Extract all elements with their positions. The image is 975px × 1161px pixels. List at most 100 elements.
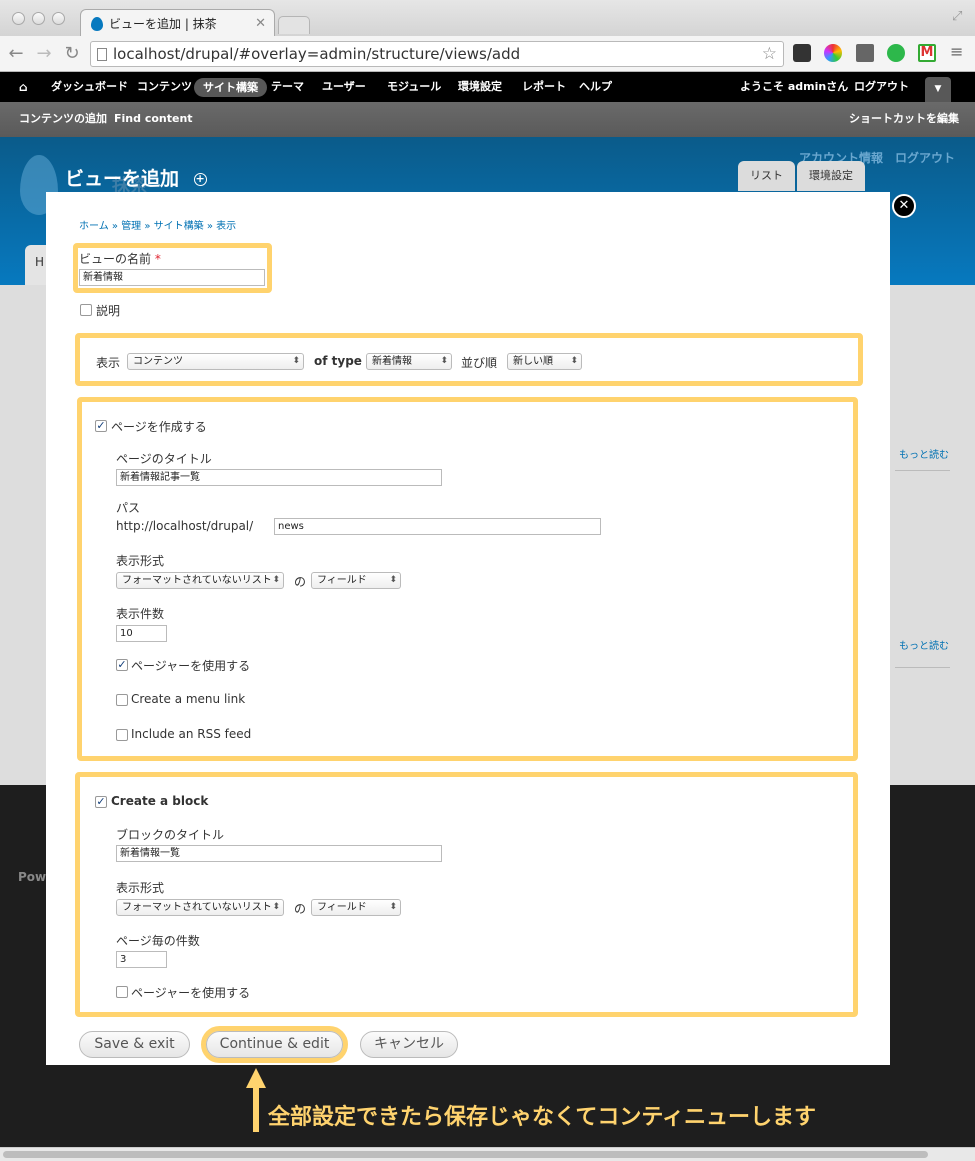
close-overlay-icon[interactable]: ✕: [892, 194, 916, 218]
show-select[interactable]: コンテンツ: [127, 353, 304, 370]
url-text: localhost/drupal/#overlay=admin/structur…: [113, 45, 521, 63]
page-pager-label: ページャーを使用する: [131, 659, 251, 673]
back-icon[interactable]: ←: [6, 43, 26, 65]
breadcrumb-structure[interactable]: サイト構築: [154, 221, 204, 232]
rss-label: Include an RSS feed: [131, 727, 252, 741]
create-page-checkbox[interactable]: ✓: [95, 420, 107, 432]
header-logout-link: ログアウト: [895, 151, 956, 165]
path-input[interactable]: news: [274, 518, 601, 535]
welcome-text: ようこそ adminさん: [740, 80, 849, 93]
description-label: 説明: [96, 304, 121, 318]
path-prefix: http://localhost/drupal/: [116, 519, 254, 533]
browser-tab-bar: ビューを追加 | 抹茶 ✕ ⤢: [0, 0, 975, 37]
address-bar[interactable]: localhost/drupal/#overlay=admin/structur…: [90, 41, 784, 67]
block-pager-checkbox[interactable]: [116, 986, 128, 998]
rhino-extension-icon[interactable]: [856, 44, 874, 62]
toolbar-item-reports[interactable]: レポート: [522, 72, 566, 102]
save-exit-button[interactable]: Save & exit: [79, 1031, 190, 1058]
fullscreen-icon[interactable]: ⤢: [952, 9, 962, 24]
reload-icon[interactable]: ↻: [62, 43, 82, 65]
menu-link-label: Create a menu link: [131, 692, 246, 706]
add-shortcut-icon[interactable]: +: [193, 173, 207, 186]
breadcrumb-home[interactable]: ホーム: [79, 221, 109, 232]
tab-title: ビューを追加 | 抹茶: [109, 17, 217, 31]
items-label: 表示件数: [116, 607, 165, 621]
view-name-input[interactable]: 新着情報: [79, 269, 265, 286]
toolbar-item-structure[interactable]: サイト構築: [194, 78, 267, 97]
read-more-link: もっと読む: [899, 641, 949, 652]
toolbar-item-people[interactable]: ユーザー: [322, 72, 366, 102]
description-checkbox[interactable]: [80, 304, 92, 316]
toolbar-item-appearance[interactable]: テーマ: [271, 72, 304, 102]
type-select[interactable]: 新着情報: [366, 353, 452, 370]
maximize-window-button[interactable]: [52, 12, 65, 25]
horizontal-scrollbar[interactable]: [0, 1147, 975, 1161]
cancel-button[interactable]: キャンセル: [360, 1031, 458, 1058]
breadcrumb-admin[interactable]: 管理: [121, 221, 141, 232]
evernote-extension-icon[interactable]: [887, 44, 905, 62]
shortcut-bar: コンテンツの追加 Find content ショートカットを編集: [0, 102, 975, 137]
divider: [895, 470, 950, 471]
toolbar-item-help[interactable]: ヘルプ: [579, 72, 612, 102]
page-pager-checkbox[interactable]: ✓: [116, 659, 128, 671]
page-field-select[interactable]: フィールド: [311, 572, 401, 589]
highlight-block-settings: [75, 772, 858, 1017]
edit-shortcuts-link[interactable]: ショートカットを編集: [849, 102, 959, 136]
block-pager-label: ページャーを使用する: [131, 986, 251, 1000]
create-block-checkbox[interactable]: ✓: [95, 796, 107, 808]
continue-edit-button[interactable]: Continue & edit: [206, 1031, 343, 1058]
color-wheel-extension-icon[interactable]: [824, 44, 842, 62]
page-title-label: ページのタイトル: [116, 452, 212, 466]
breadcrumb-views[interactable]: 表示: [216, 221, 236, 232]
page-of-label: の: [294, 575, 307, 589]
show-label: 表示: [96, 356, 121, 370]
block-format-select[interactable]: フォーマットされていないリスト: [116, 899, 284, 916]
menu-icon[interactable]: ≡: [950, 42, 963, 61]
toolbar-item-content[interactable]: コンテンツ: [137, 72, 192, 102]
sort-select[interactable]: 新しい順: [507, 353, 582, 370]
page-format-select[interactable]: フォーマットされていないリスト: [116, 572, 284, 589]
block-field-select[interactable]: フィールド: [311, 899, 401, 916]
toolbar-toggle-button[interactable]: ▼: [925, 77, 951, 102]
browser-nav-bar: ← → ↻ localhost/drupal/#overlay=admin/st…: [0, 36, 975, 72]
block-of-label: の: [294, 902, 307, 916]
menu-link-checkbox[interactable]: [116, 694, 128, 706]
toolbar-item-dashboard[interactable]: ダッシュボード: [51, 72, 128, 102]
items-input[interactable]: 10: [116, 625, 167, 642]
toolbar-item-config[interactable]: 環境設定: [458, 72, 502, 102]
page-title-input[interactable]: 新着情報記事一覧: [116, 469, 442, 486]
gmail-extension-icon[interactable]: M: [918, 44, 936, 62]
block-items-input[interactable]: 3: [116, 951, 167, 968]
shortcut-add-content[interactable]: コンテンツの追加: [19, 102, 107, 136]
new-tab-button[interactable]: [278, 16, 310, 34]
divider: [895, 667, 950, 668]
of-type-label: of type: [314, 354, 362, 368]
browser-tab[interactable]: ビューを追加 | 抹茶 ✕: [80, 9, 275, 37]
sort-label: 並び順: [461, 356, 498, 370]
rss-checkbox[interactable]: [116, 729, 128, 741]
shortcut-find-content[interactable]: Find content: [114, 102, 193, 136]
home-icon[interactable]: ⌂: [19, 72, 28, 102]
page-format-label: 表示形式: [116, 554, 165, 568]
read-more-link: もっと読む: [899, 450, 949, 461]
toolbar-item-modules[interactable]: モジュール: [387, 72, 441, 102]
minimize-window-button[interactable]: [32, 12, 45, 25]
annotation-arrow-icon: [246, 1068, 266, 1135]
tab-settings[interactable]: 環境設定: [797, 161, 865, 191]
close-tab-icon[interactable]: ✕: [255, 16, 266, 31]
drupal-favicon-icon: [91, 16, 103, 31]
tab-list[interactable]: リスト: [738, 161, 795, 191]
block-items-label: ページ毎の件数: [116, 934, 200, 948]
toolbar-logout-link[interactable]: ログアウト: [854, 72, 909, 102]
path-label: パス: [116, 501, 141, 515]
annotation-text: 全部設定できたら保存じゃなくてコンティニューします: [268, 1105, 817, 1130]
close-window-button[interactable]: [12, 12, 25, 25]
create-page-label: ページを作成する: [111, 420, 207, 434]
overlay-title: ビューを追加 +: [65, 168, 207, 190]
admin-toolbar: ⌂ ダッシュボード コンテンツ サイト構築 テーマ ユーザー モジュール 環境設…: [0, 72, 975, 102]
block-title-input[interactable]: 新着情報一覧: [116, 845, 442, 862]
bookmark-star-icon[interactable]: ☆: [762, 44, 777, 64]
forward-icon[interactable]: →: [34, 43, 54, 65]
breadcrumb: ホーム » 管理 » サイト構築 » 表示: [79, 221, 237, 232]
mask-extension-icon[interactable]: [793, 44, 811, 62]
